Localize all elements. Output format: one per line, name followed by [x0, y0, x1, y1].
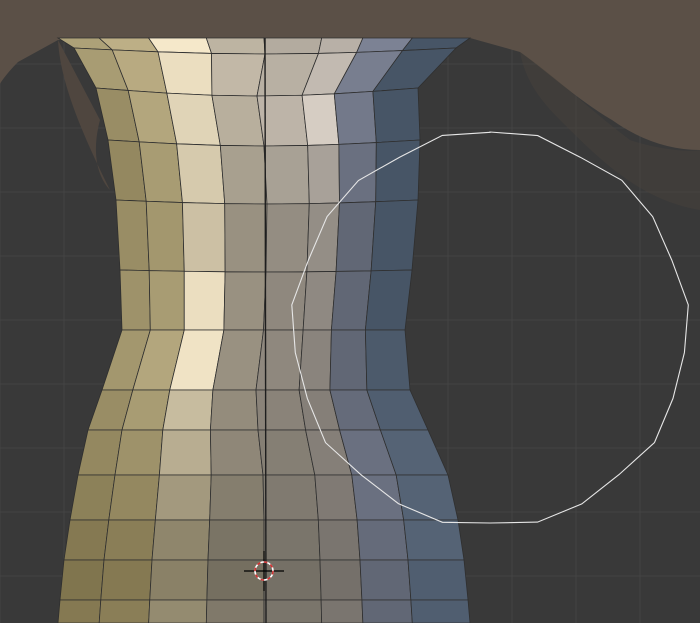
- mesh-face[interactable]: [257, 429, 316, 476]
- mesh-face[interactable]: [207, 519, 265, 561]
- mesh-face[interactable]: [403, 519, 465, 561]
- 3d-viewport[interactable]: [0, 0, 700, 623]
- mesh-face[interactable]: [108, 474, 160, 521]
- mesh-face[interactable]: [356, 519, 409, 561]
- mesh-face[interactable]: [224, 203, 268, 273]
- mesh-face[interactable]: [255, 329, 304, 391]
- mesh-face[interactable]: [359, 559, 412, 601]
- mesh-face[interactable]: [302, 271, 337, 331]
- mesh-face[interactable]: [317, 519, 361, 561]
- mesh-face[interactable]: [263, 599, 323, 623]
- mesh-face[interactable]: [209, 474, 265, 521]
- mesh-face[interactable]: [149, 559, 209, 601]
- mesh-face[interactable]: [314, 474, 358, 521]
- mesh-face[interactable]: [333, 90, 377, 145]
- mesh-face[interactable]: [182, 202, 226, 273]
- mesh-face[interactable]: [335, 201, 377, 272]
- mesh-face[interactable]: [263, 559, 322, 601]
- mesh-face[interactable]: [205, 599, 265, 623]
- mesh-face[interactable]: [219, 145, 268, 205]
- mesh-face[interactable]: [330, 270, 372, 331]
- mesh-face[interactable]: [211, 94, 265, 147]
- mesh-face[interactable]: [329, 329, 368, 391]
- viewport-canvas[interactable]: [0, 0, 700, 623]
- mesh-face[interactable]: [209, 429, 264, 476]
- mesh-face[interactable]: [158, 429, 212, 476]
- mesh-face[interactable]: [410, 599, 471, 623]
- mesh-face[interactable]: [206, 559, 265, 601]
- mesh-face[interactable]: [317, 37, 364, 54]
- mesh-face[interactable]: [138, 141, 183, 203]
- mesh-face[interactable]: [209, 389, 259, 431]
- mesh-face[interactable]: [301, 93, 340, 146]
- mesh-face[interactable]: [157, 51, 213, 96]
- mesh-face[interactable]: [263, 145, 310, 205]
- mesh-face[interactable]: [211, 53, 266, 97]
- mesh-face[interactable]: [162, 389, 214, 431]
- mesh-face[interactable]: [57, 599, 102, 623]
- mesh-face[interactable]: [147, 37, 213, 54]
- mesh-face[interactable]: [320, 599, 364, 623]
- mesh-face[interactable]: [154, 474, 212, 521]
- mesh-face[interactable]: [100, 559, 153, 601]
- mesh-face[interactable]: [364, 329, 411, 391]
- mesh-face[interactable]: [361, 599, 413, 623]
- mesh-face[interactable]: [263, 37, 323, 55]
- mesh-face[interactable]: [63, 519, 110, 561]
- mesh-face[interactable]: [77, 429, 123, 476]
- mesh-face[interactable]: [307, 143, 340, 205]
- mesh-face[interactable]: [151, 519, 211, 561]
- mesh-face[interactable]: [145, 200, 185, 272]
- mesh-face[interactable]: [351, 474, 405, 521]
- mesh-face[interactable]: [375, 139, 421, 203]
- mesh-face[interactable]: [69, 474, 116, 521]
- mesh-face[interactable]: [255, 389, 307, 431]
- mesh-face[interactable]: [265, 203, 310, 273]
- mesh-face[interactable]: [407, 559, 469, 601]
- mesh-face[interactable]: [176, 143, 226, 205]
- mesh-face[interactable]: [262, 474, 319, 521]
- mesh-face[interactable]: [372, 87, 421, 143]
- mesh-face[interactable]: [223, 271, 267, 331]
- mesh-face[interactable]: [183, 270, 226, 331]
- mesh-face[interactable]: [338, 142, 377, 204]
- mesh-face[interactable]: [205, 37, 266, 55]
- mesh-face[interactable]: [263, 519, 321, 561]
- mesh-face[interactable]: [364, 269, 413, 331]
- mesh-face[interactable]: [298, 329, 332, 391]
- mesh-face[interactable]: [148, 599, 208, 623]
- mesh-center-seam: [264, 37, 267, 623]
- mesh-face[interactable]: [98, 599, 151, 623]
- sculpt-mesh[interactable]: [56, 37, 472, 623]
- mesh-face[interactable]: [319, 559, 363, 601]
- mesh-face[interactable]: [370, 199, 419, 272]
- mesh-face[interactable]: [114, 429, 164, 476]
- mesh-face[interactable]: [395, 474, 459, 521]
- mesh-face[interactable]: [148, 270, 185, 331]
- mesh-face[interactable]: [119, 269, 151, 331]
- mesh-face[interactable]: [103, 519, 156, 561]
- mesh-face[interactable]: [306, 202, 340, 273]
- mesh-face[interactable]: [59, 559, 105, 601]
- mesh-face[interactable]: [115, 199, 150, 272]
